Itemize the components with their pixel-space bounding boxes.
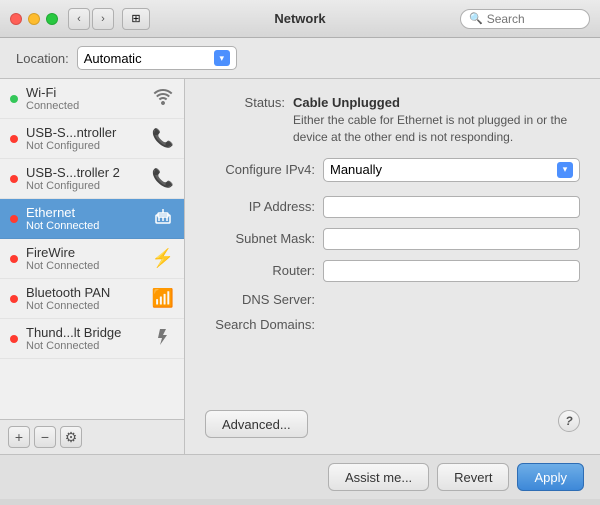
list-item-ethernet[interactable]: Ethernet Not Connected <box>0 199 184 239</box>
list-item[interactable]: Thund...lt Bridge Not Connected <box>0 319 184 359</box>
window-title: Network <box>274 11 325 26</box>
ethernet-icon <box>152 207 174 230</box>
list-item[interactable]: Wi-Fi Connected <box>0 79 184 119</box>
grid-button[interactable]: ⊞ <box>122 8 150 30</box>
list-item[interactable]: USB-S...troller 2 Not Configured 📞 <box>0 159 184 199</box>
detail-panel: Status: Cable Unplugged Either the cable… <box>185 79 600 454</box>
router-label: Router: <box>205 263 315 278</box>
forward-button[interactable]: › <box>92 8 114 30</box>
ip-input[interactable] <box>323 196 580 218</box>
location-value: Automatic <box>84 51 214 66</box>
configure-arrow-icon: ▾ <box>557 162 573 178</box>
network-list: Wi-Fi Connected USB-S...ntroller <box>0 79 184 419</box>
status-dot-red <box>10 335 18 343</box>
router-input[interactable] <box>323 260 580 282</box>
search-domains-row: Search Domains: <box>205 317 580 332</box>
assist-me-button[interactable]: Assist me... <box>328 463 429 491</box>
list-item[interactable]: FireWire Not Connected ⚡ <box>0 239 184 279</box>
status-dot-red <box>10 295 18 303</box>
ip-label: IP Address: <box>205 199 315 214</box>
sidebar-toolbar: + − ⚙ <box>0 419 184 454</box>
status-value: Cable Unplugged <box>293 95 573 110</box>
titlebar: ‹ › ⊞ Network 🔍 <box>0 0 600 38</box>
search-input[interactable] <box>487 12 581 26</box>
settings-button[interactable]: ⚙ <box>60 426 82 448</box>
add-button[interactable]: + <box>8 426 30 448</box>
list-item[interactable]: USB-S...ntroller Not Configured 📞 <box>0 119 184 159</box>
configure-value: Manually <box>330 162 557 177</box>
firewire-icon: ⚡ <box>152 248 174 269</box>
status-description: Either the cable for Ethernet is not plu… <box>293 112 573 146</box>
thunderbolt-icon <box>152 327 174 350</box>
status-label: Status: <box>205 95 285 110</box>
search-icon: 🔍 <box>469 12 483 25</box>
configure-label: Configure IPv4: <box>205 162 315 177</box>
net-name: Thund...lt Bridge <box>26 325 144 340</box>
net-name: USB-S...ntroller <box>26 125 144 140</box>
revert-button[interactable]: Revert <box>437 463 509 491</box>
location-bar: Location: Automatic ▾ <box>0 38 600 79</box>
sidebar: Wi-Fi Connected USB-S...ntroller <box>0 79 185 454</box>
bottom-bar: Assist me... Revert Apply <box>0 454 600 499</box>
net-status: Not Connected <box>26 260 144 272</box>
help-button[interactable]: ? <box>558 410 580 432</box>
net-name: Bluetooth PAN <box>26 285 144 300</box>
router-row: Router: <box>205 260 580 282</box>
back-button[interactable]: ‹ <box>68 8 90 30</box>
net-name: Wi-Fi <box>26 85 144 100</box>
remove-button[interactable]: − <box>34 426 56 448</box>
net-name: FireWire <box>26 245 144 260</box>
net-status: Not Connected <box>26 300 144 312</box>
subnet-label: Subnet Mask: <box>205 231 315 246</box>
net-name: Ethernet <box>26 205 144 220</box>
main-content: Wi-Fi Connected USB-S...ntroller <box>0 79 600 454</box>
search-domains-label: Search Domains: <box>205 317 315 332</box>
dns-row: DNS Server: <box>205 292 580 307</box>
wifi-icon <box>152 87 174 110</box>
list-item[interactable]: Bluetooth PAN Not Connected 📶 <box>0 279 184 319</box>
location-label: Location: <box>16 51 69 66</box>
net-name: USB-S...troller 2 <box>26 165 144 180</box>
status-dot-red <box>10 215 18 223</box>
net-status: Not Connected <box>26 220 144 232</box>
location-select[interactable]: Automatic ▾ <box>77 46 237 70</box>
ip-row: IP Address: <box>205 196 580 218</box>
configure-row: Configure IPv4: Manually ▾ <box>205 158 580 182</box>
detail-bottom-buttons: Advanced... ? <box>205 402 580 438</box>
status-row: Status: Cable Unplugged Either the cable… <box>205 95 580 146</box>
net-status: Not Connected <box>26 340 144 352</box>
maximize-button[interactable] <box>46 13 58 25</box>
bluetooth-icon: 📶 <box>152 288 174 309</box>
status-dot-red <box>10 135 18 143</box>
search-box[interactable]: 🔍 <box>460 9 590 29</box>
net-status: Not Configured <box>26 140 144 152</box>
net-status: Connected <box>26 100 144 112</box>
advanced-button[interactable]: Advanced... <box>205 410 308 438</box>
status-dot-red <box>10 255 18 263</box>
subnet-row: Subnet Mask: <box>205 228 580 250</box>
phone-icon: 📞 <box>152 168 174 189</box>
minimize-button[interactable] <box>28 13 40 25</box>
apply-button[interactable]: Apply <box>517 463 584 491</box>
nav-arrows: ‹ › <box>68 8 114 30</box>
dns-label: DNS Server: <box>205 292 315 307</box>
status-dot-red <box>10 175 18 183</box>
status-dot-green <box>10 95 18 103</box>
phone-icon: 📞 <box>152 128 174 149</box>
close-button[interactable] <box>10 13 22 25</box>
location-arrow-icon: ▾ <box>214 50 230 66</box>
traffic-lights <box>10 13 58 25</box>
configure-select[interactable]: Manually ▾ <box>323 158 580 182</box>
net-status: Not Configured <box>26 180 144 192</box>
subnet-input[interactable] <box>323 228 580 250</box>
